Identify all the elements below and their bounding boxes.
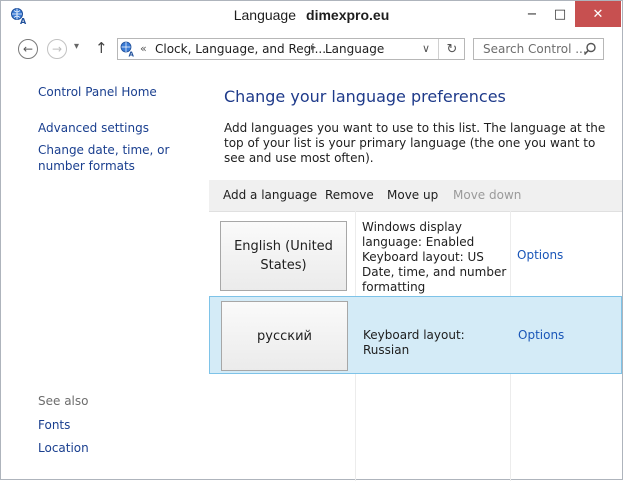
maximize-button[interactable]: □ [547, 1, 573, 27]
sidebar-link-location[interactable]: Location [38, 440, 89, 456]
window-title-text: Language [233, 7, 297, 23]
remove-button[interactable]: Remove [325, 188, 374, 202]
breadcrumb-separator-icon[interactable]: ▸ [311, 42, 316, 53]
move-down-button: Move down [453, 188, 522, 202]
see-also-heading: See also [38, 394, 89, 408]
language-name: русский [257, 328, 312, 344]
control-panel-icon: A [120, 41, 135, 58]
up-button[interactable]: ↑ [95, 39, 108, 57]
forward-arrow-icon: → [51, 42, 63, 56]
language-toolbar: Add a language Remove Move up Move down [209, 180, 622, 212]
language-description: Windows display language: Enabled Keyboa… [362, 220, 507, 294]
close-button[interactable]: ✕ [575, 1, 621, 27]
address-dropdown-icon[interactable]: ∨ [422, 42, 430, 55]
recent-locations-button[interactable]: ▾ [74, 41, 79, 52]
breadcrumb-language[interactable]: Language [325, 42, 384, 56]
search-icon[interactable] [583, 42, 597, 56]
sidebar-link-control-panel-home[interactable]: Control Panel Home [38, 84, 157, 100]
sidebar-link-advanced-settings[interactable]: Advanced settings [38, 120, 149, 136]
window-brand-text: dimexpro.eu [306, 7, 390, 23]
sidebar-link-change-date-time-formats[interactable]: Change date, time, or number formats [38, 142, 208, 174]
address-bar[interactable]: A « Clock, Language, and Regi... ▸ Langu… [117, 38, 465, 60]
move-up-button[interactable]: Move up [387, 188, 438, 202]
forward-button[interactable]: → [47, 39, 67, 59]
refresh-button[interactable]: ↻ [438, 39, 465, 59]
language-tile-russian[interactable]: русский [221, 301, 348, 371]
breadcrumb-clock-language-region[interactable]: Clock, Language, and Regi... [155, 42, 326, 56]
options-link-english[interactable]: Options [517, 248, 563, 262]
minimize-button[interactable]: − [519, 1, 545, 27]
chevron-down-icon: ▾ [74, 41, 80, 52]
back-arrow-icon: ← [22, 42, 34, 56]
close-icon: ✕ [592, 6, 604, 22]
up-arrow-icon: ↑ [95, 39, 108, 57]
language-tile-english[interactable]: English (United States) [220, 221, 347, 291]
search-placeholder: Search Control ... [483, 42, 587, 56]
main-content: Change your language preferences Add lan… [209, 67, 622, 481]
page-title: Change your language preferences [224, 87, 506, 106]
minimize-icon: − [526, 6, 538, 22]
navigation-bar: ← → ▾ ↑ A « Clock, Language, and Regi...… [1, 31, 622, 67]
address-overflow-icon[interactable]: « [140, 42, 147, 55]
back-button[interactable]: ← [18, 39, 38, 59]
language-row-russian[interactable]: русский Keyboard layout: Russian Options [209, 296, 622, 374]
title-bar: A Language dimexpro.eu − □ ✕ [1, 1, 622, 31]
intro-text: Add languages you want to use to this li… [224, 121, 606, 165]
language-description: Keyboard layout: Russian [363, 328, 465, 357]
add-language-button[interactable]: Add a language [223, 188, 317, 202]
refresh-icon: ↻ [446, 41, 458, 57]
svg-text:A: A [129, 51, 135, 58]
options-link-russian[interactable]: Options [518, 328, 564, 342]
maximize-icon: □ [553, 6, 567, 22]
sidebar-link-fonts[interactable]: Fonts [38, 417, 70, 433]
language-name: English (United States) [234, 239, 333, 273]
window-frame: A Language dimexpro.eu − □ ✕ ← → ▾ ↑ A « … [0, 0, 623, 481]
language-row-english[interactable]: English (United States) Windows display … [209, 215, 622, 294]
search-input[interactable]: Search Control ... [473, 38, 604, 60]
sidebar: Control Panel Home Advanced settings Cha… [1, 67, 209, 481]
